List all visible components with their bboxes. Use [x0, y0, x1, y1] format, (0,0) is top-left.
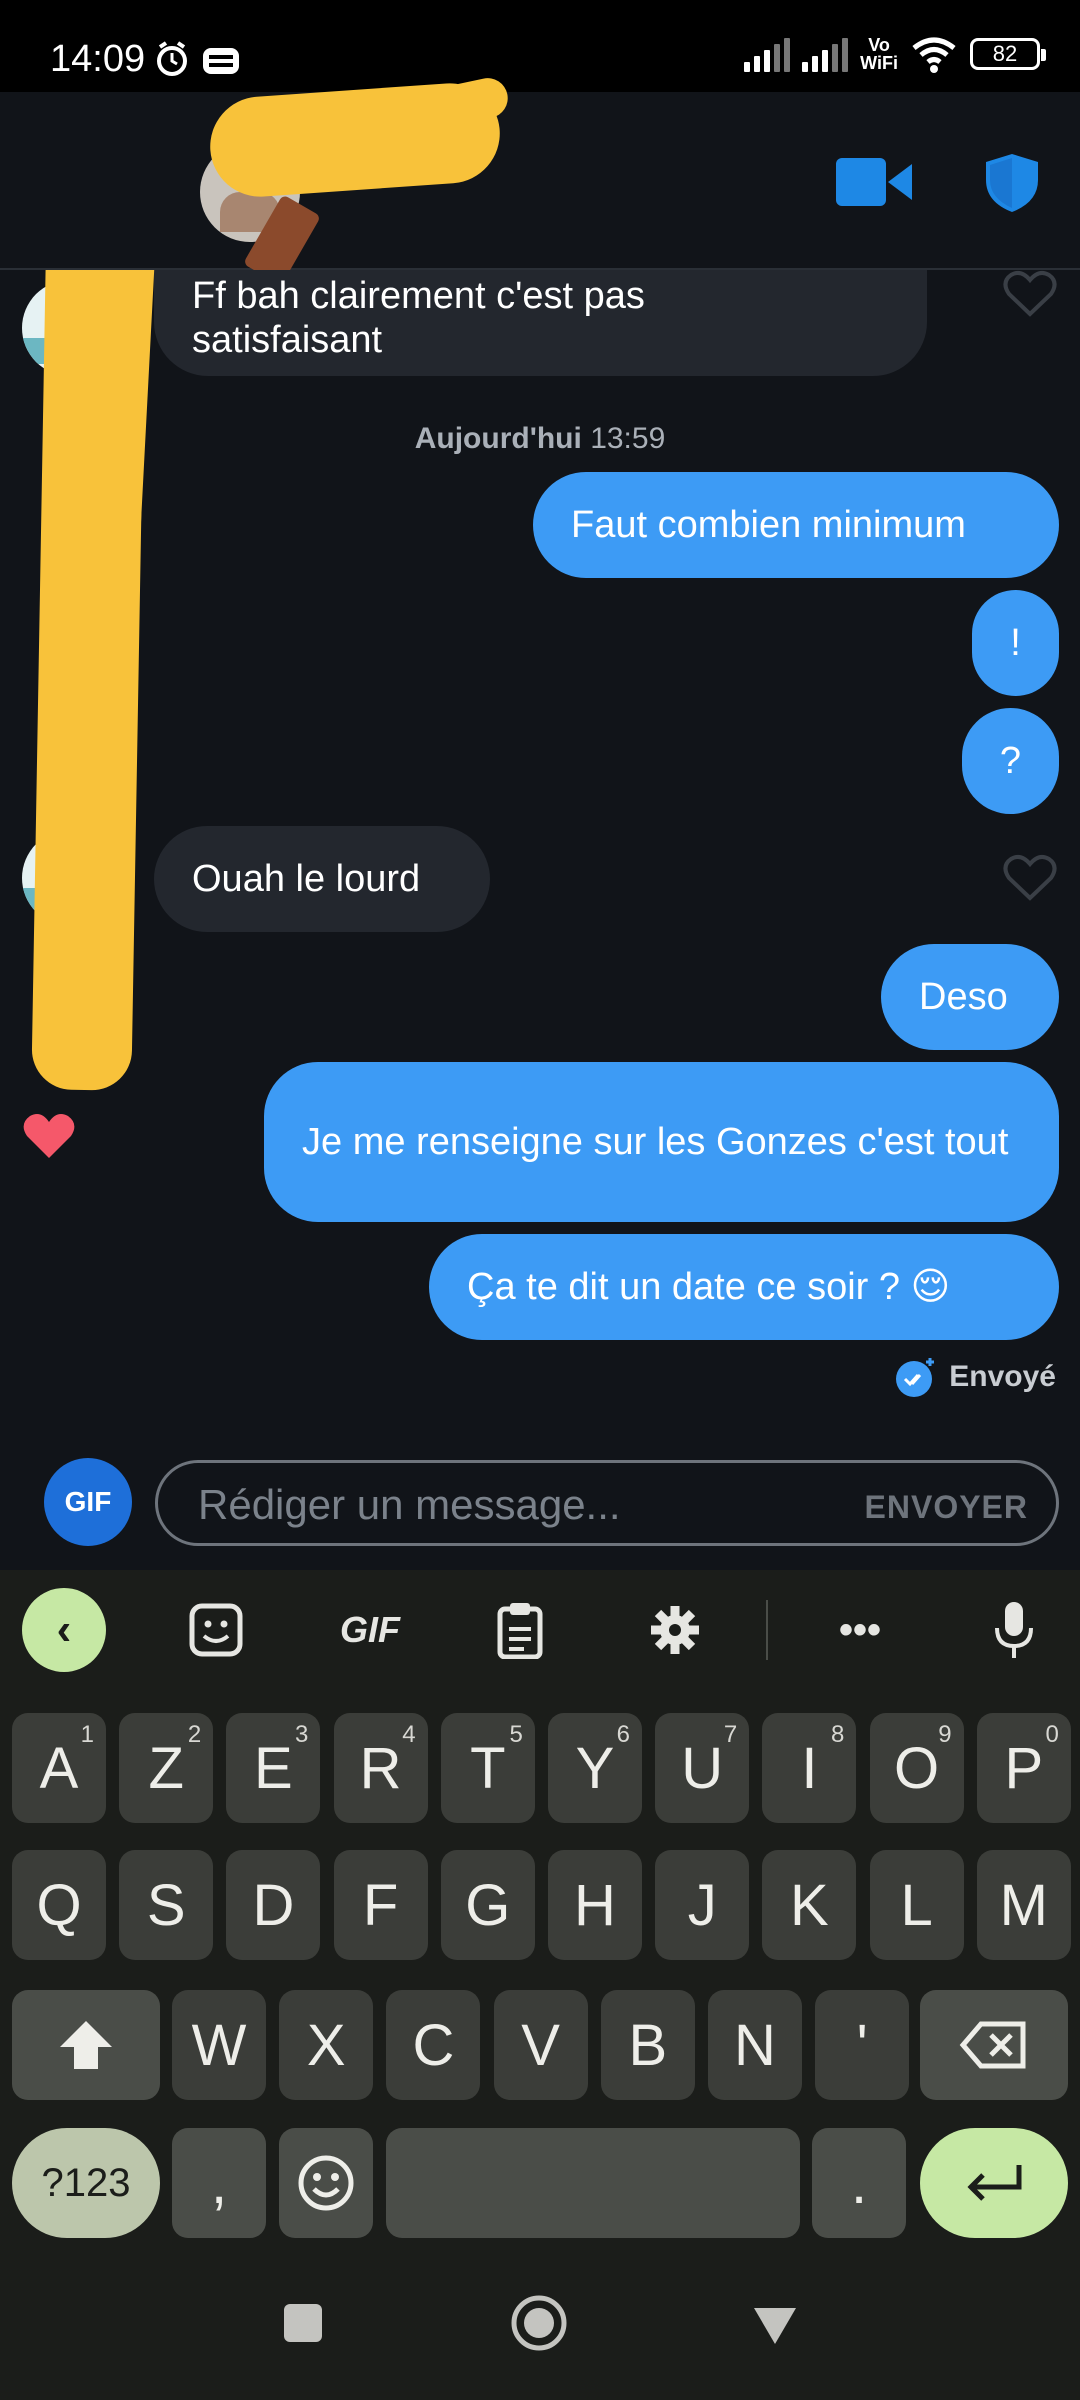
key-w[interactable]: W	[172, 1990, 266, 2100]
message-placeholder: Rédiger un message...	[198, 1481, 621, 1528]
key-x[interactable]: X	[279, 1990, 374, 2100]
backspace-key[interactable]	[920, 1990, 1068, 2100]
sent-check-icon	[896, 1358, 935, 1397]
symbols-key[interactable]: ?123	[12, 2128, 160, 2238]
key-j[interactable]: J	[655, 1850, 750, 1960]
key-b[interactable]: B	[600, 1990, 695, 2100]
back-icon[interactable]	[752, 2306, 798, 2346]
shield-icon[interactable]	[984, 152, 1040, 214]
clipboard-icon[interactable]	[490, 1594, 550, 1666]
key-n[interactable]: N	[708, 1990, 802, 2100]
signal-icon	[802, 36, 849, 72]
status-bar: 14:09 Vo WiFi 82	[0, 0, 1080, 92]
status-right-icons: Vo WiFi 82	[744, 34, 1046, 74]
enter-key[interactable]	[920, 2128, 1068, 2238]
key-k[interactable]: K	[762, 1850, 857, 1960]
outgoing-message-bubble[interactable]: ?	[962, 708, 1059, 814]
wifi-icon	[912, 37, 956, 73]
key-i[interactable]: I8	[762, 1713, 857, 1823]
message-input[interactable]: Rédiger un message... ENVOYER	[155, 1460, 1059, 1546]
sticker-icon[interactable]	[180, 1594, 252, 1666]
emoji-key[interactable]	[279, 2128, 373, 2238]
video-call-button[interactable]	[836, 158, 912, 206]
signal-icon	[744, 36, 791, 72]
gif-keyboard-button[interactable]: GIF	[330, 1594, 410, 1666]
key-apostrophe[interactable]: '	[815, 1990, 910, 2100]
alarm-icon	[157, 41, 239, 76]
microphone-icon[interactable]	[984, 1594, 1044, 1666]
shift-key[interactable]	[12, 1990, 160, 2100]
enter-icon	[967, 2165, 1022, 2201]
key-p[interactable]: P0	[976, 1713, 1071, 1823]
incoming-message-bubble[interactable]: Ouah le lourd	[154, 826, 490, 932]
outgoing-message-bubble[interactable]: Faut combien minimum	[533, 472, 1059, 578]
key-h[interactable]: H	[548, 1850, 642, 1960]
backspace-icon	[959, 2021, 1026, 2069]
key-t[interactable]: T5	[440, 1713, 535, 1823]
key-v[interactable]: V	[493, 1990, 588, 2100]
outgoing-message-bubble[interactable]: Deso	[881, 944, 1059, 1050]
chevron-left-icon[interactable]: ‹	[22, 1588, 106, 1672]
key-z[interactable]: Z2	[119, 1713, 214, 1823]
on-screen-keyboard: ‹ GIF ••• A1Z2E3R4T5Y6U7I8O9P0 QSDFGHJKLM…	[0, 1570, 1080, 2260]
message-composer: GIF Rédiger un message... ENVOYER	[0, 1440, 1080, 1570]
key-o[interactable]: O9	[869, 1713, 964, 1823]
heart-outline-icon[interactable]	[1003, 854, 1057, 902]
period-key[interactable]: .	[812, 2128, 906, 2238]
vowifi-indicator: Vo WiFi	[860, 35, 898, 73]
video-camera-icon	[836, 158, 886, 206]
incoming-message-bubble[interactable]: Ff bah clairement c'est pas satisfaisant	[154, 270, 927, 376]
key-q[interactable]: Q	[12, 1850, 106, 1960]
outgoing-message-bubble[interactable]: !	[972, 590, 1059, 696]
keyboard-toolbar: ‹ GIF •••	[0, 1570, 1080, 1688]
key-u[interactable]: U7	[655, 1713, 750, 1823]
send-button[interactable]: ENVOYER	[865, 1489, 1028, 1526]
status-notification-icons	[155, 40, 245, 85]
key-r[interactable]: R4	[333, 1713, 428, 1823]
outgoing-message-bubble[interactable]: Je me renseigne sur les Gonzes c'est tou…	[264, 1062, 1059, 1222]
key-y[interactable]: Y6	[548, 1713, 642, 1823]
key-e[interactable]: E3	[226, 1713, 321, 1823]
key-s[interactable]: S	[119, 1850, 214, 1960]
heart-outline-icon[interactable]	[1003, 270, 1057, 318]
key-g[interactable]: G	[440, 1850, 535, 1960]
emoji-icon	[298, 2155, 354, 2211]
home-icon[interactable]	[510, 2294, 568, 2352]
date-separator: Aujourd'hui 13:59	[414, 422, 666, 455]
recent-apps-icon[interactable]	[284, 2304, 322, 2342]
key-l[interactable]: L	[869, 1850, 964, 1960]
comma-key[interactable]: ,	[172, 2128, 266, 2238]
key-d[interactable]: D	[226, 1850, 321, 1960]
delivery-status: Envoyé	[895, 1356, 1056, 1398]
key-a[interactable]: A1	[12, 1713, 106, 1823]
battery-indicator: 82	[970, 38, 1046, 70]
gif-button[interactable]: GIF	[44, 1458, 132, 1546]
system-navigation-bar	[0, 2260, 1080, 2400]
key-m[interactable]: M	[976, 1850, 1071, 1960]
status-time: 14:09	[50, 38, 146, 80]
chat-header	[0, 92, 1080, 270]
outgoing-message-bubble[interactable]: Ça te dit un date ce soir ? 😌	[429, 1234, 1059, 1340]
gear-icon[interactable]	[640, 1594, 710, 1666]
space-key[interactable]	[386, 2128, 800, 2238]
shift-icon	[60, 2021, 112, 2069]
message-thread[interactable]: Ff bah clairement c'est pas satisfaisant…	[0, 270, 1080, 1440]
key-f[interactable]: F	[333, 1850, 428, 1960]
key-c[interactable]: C	[386, 1990, 481, 2100]
more-options-icon[interactable]: •••	[830, 1594, 890, 1666]
heart-icon	[23, 1114, 75, 1158]
